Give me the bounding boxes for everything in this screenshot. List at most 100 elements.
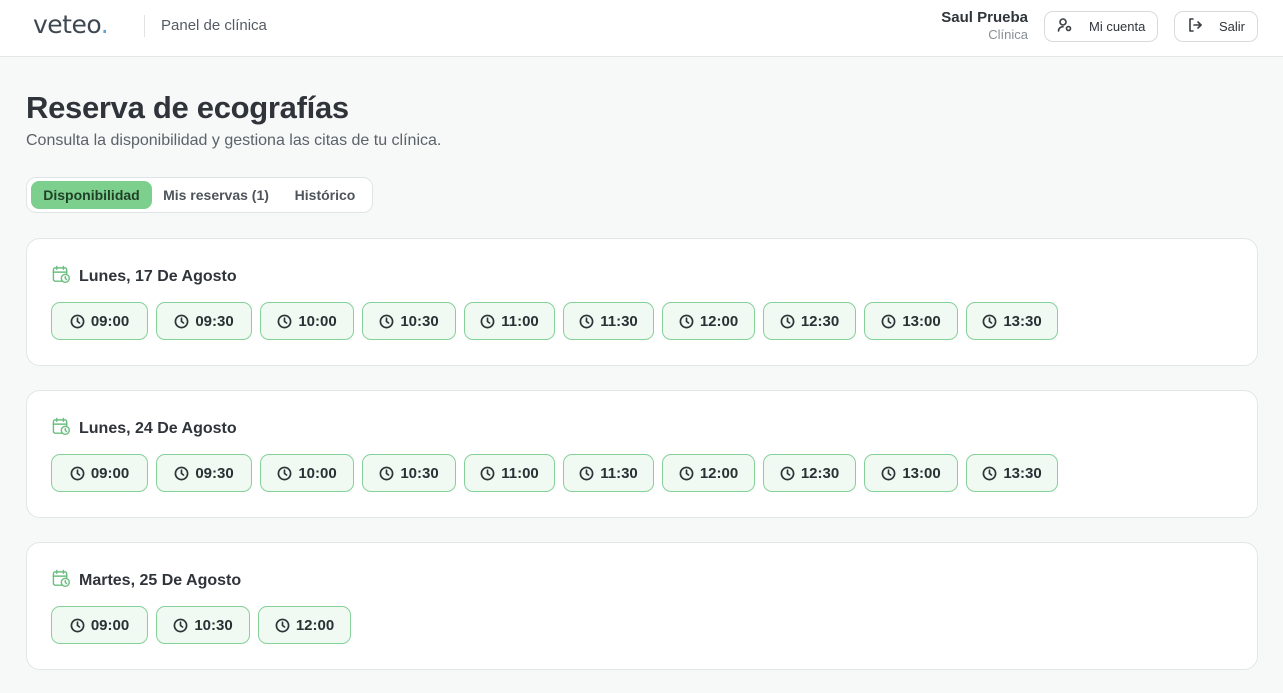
my-account-label: Mi cuenta — [1089, 19, 1146, 34]
clock-icon — [70, 618, 91, 633]
time-slot-label: 13:30 — [1003, 312, 1042, 330]
clock-icon — [881, 466, 902, 481]
time-slot-label: 09:30 — [195, 312, 234, 330]
user-name: Saul Prueba — [941, 9, 1028, 26]
time-slot-label: 09:00 — [90, 464, 130, 482]
time-slot-button[interactable]: 12:30 — [763, 302, 856, 340]
time-slot-button[interactable]: 13:30 — [966, 454, 1058, 492]
day-title: Martes, 25 De Agosto — [79, 572, 242, 589]
clock-icon — [480, 314, 501, 329]
calendar-clock-icon — [52, 265, 71, 289]
clock-icon — [174, 314, 195, 329]
time-slot-button[interactable]: 11:00 — [464, 302, 555, 340]
tab-bar: Disponibilidad Mis reservas (1) Históric… — [26, 177, 373, 213]
clock-icon — [70, 466, 91, 481]
clock-icon — [982, 466, 1003, 481]
day-card: Lunes, 24 De Agosto 09:00 09:30 10:00 10:30 1… — [26, 390, 1258, 518]
day-header: Lunes, 17 De Agosto — [52, 265, 237, 289]
tab-my-bookings[interactable]: Mis reservas (1) — [157, 181, 275, 209]
time-slot-button[interactable]: 13:00 — [864, 302, 958, 340]
day-title: Lunes, 24 De Agosto — [79, 420, 237, 437]
top-bar: veteo. Panel de clínica Saul Prueba Clín… — [0, 0, 1283, 57]
my-account-button[interactable]: Mi cuenta — [1044, 11, 1158, 42]
clock-icon — [780, 466, 801, 481]
clock-icon — [379, 314, 400, 329]
day-card: Martes, 25 De Agosto 09:00 10:30 12:00 — [26, 542, 1258, 670]
time-slot-button[interactable]: 13:30 — [966, 302, 1058, 340]
day-title: Lunes, 17 De Agosto — [79, 268, 237, 285]
calendar-clock-icon — [52, 569, 71, 593]
clock-icon — [277, 466, 298, 481]
time-slot-button[interactable]: 10:00 — [260, 302, 354, 340]
time-slot-label: 12:00 — [295, 616, 335, 634]
panel-title: Panel de clínica — [161, 17, 267, 34]
time-slot-label: 11:30 — [600, 464, 638, 482]
time-slot-button[interactable]: 12:00 — [662, 302, 755, 340]
time-slot-button[interactable]: 10:30 — [156, 606, 250, 644]
time-slot-label: 10:30 — [400, 464, 439, 482]
day-header: Lunes, 24 De Agosto — [52, 417, 237, 441]
user-info: Saul Prueba Clínica — [941, 9, 1028, 43]
page-title: Reserva de ecografías — [26, 90, 349, 125]
clock-icon — [780, 314, 801, 329]
time-slot-button[interactable]: 09:30 — [156, 454, 252, 492]
time-slot-label: 09:00 — [90, 616, 130, 634]
time-slot-label: 11:30 — [600, 312, 638, 330]
day-card: Lunes, 17 De Agosto 09:00 09:30 10:00 10:30 1… — [26, 238, 1258, 366]
clock-icon — [982, 314, 1003, 329]
time-slot-label: 09:00 — [90, 312, 130, 330]
logo[interactable]: veteo. — [33, 10, 109, 39]
tab-availability[interactable]: Disponibilidad — [31, 181, 152, 209]
time-slot-label: 13:00 — [902, 464, 941, 482]
time-slot-button[interactable]: 12:00 — [258, 606, 351, 644]
clock-icon — [579, 466, 600, 481]
logout-icon — [1187, 17, 1203, 36]
time-slot-button[interactable]: 10:00 — [260, 454, 354, 492]
user-role: Clínica — [988, 27, 1028, 42]
day-header: Martes, 25 De Agosto — [52, 569, 241, 593]
clock-icon — [275, 618, 296, 633]
time-slot-label: 13:00 — [902, 312, 941, 330]
clock-icon — [277, 314, 298, 329]
time-slot-button[interactable]: 13:00 — [864, 454, 958, 492]
clock-icon — [70, 314, 91, 329]
time-slot-button[interactable]: 09:00 — [51, 302, 148, 340]
calendar-clock-icon — [52, 417, 71, 441]
clock-icon — [579, 314, 600, 329]
time-slot-label: 10:30 — [400, 312, 439, 330]
time-slot-button[interactable]: 12:00 — [662, 454, 755, 492]
page-subtitle: Consulta la disponibilidad y gestiona la… — [26, 132, 442, 149]
time-slot-button[interactable]: 11:30 — [563, 302, 654, 340]
time-slot-label: 12:00 — [699, 312, 739, 330]
header-divider — [144, 15, 145, 37]
tab-history[interactable]: Histórico — [282, 181, 368, 209]
time-slot-button[interactable]: 10:30 — [362, 454, 456, 492]
time-slot-button[interactable]: 11:30 — [563, 454, 654, 492]
time-slot-label: 10:00 — [298, 464, 337, 482]
time-slot-button[interactable]: 10:30 — [362, 302, 456, 340]
time-slot-button[interactable]: 11:00 — [464, 454, 555, 492]
time-slot-button[interactable]: 09:00 — [51, 454, 148, 492]
time-slot-label: 10:30 — [194, 616, 233, 634]
time-slot-label: 11:00 — [501, 464, 539, 482]
time-slot-label: 09:30 — [195, 464, 234, 482]
time-slot-button[interactable]: 09:00 — [51, 606, 148, 644]
time-slot-label: 11:00 — [501, 312, 539, 330]
clock-icon — [679, 466, 700, 481]
clock-icon — [480, 466, 501, 481]
time-slot-label: 12:00 — [699, 464, 739, 482]
time-slot-button[interactable]: 12:30 — [763, 454, 856, 492]
clock-icon — [174, 466, 195, 481]
time-slot-label: 12:30 — [800, 464, 840, 482]
clock-icon — [679, 314, 700, 329]
clock-icon — [881, 314, 902, 329]
time-slot-label: 13:30 — [1003, 464, 1042, 482]
clock-icon — [379, 466, 400, 481]
clock-icon — [173, 618, 194, 633]
time-slot-label: 12:30 — [800, 312, 840, 330]
time-slot-label: 10:00 — [298, 312, 337, 330]
logout-label: Salir — [1219, 19, 1246, 34]
logout-button[interactable]: Salir — [1174, 11, 1258, 42]
user-settings-icon — [1057, 17, 1073, 36]
time-slot-button[interactable]: 09:30 — [156, 302, 252, 340]
